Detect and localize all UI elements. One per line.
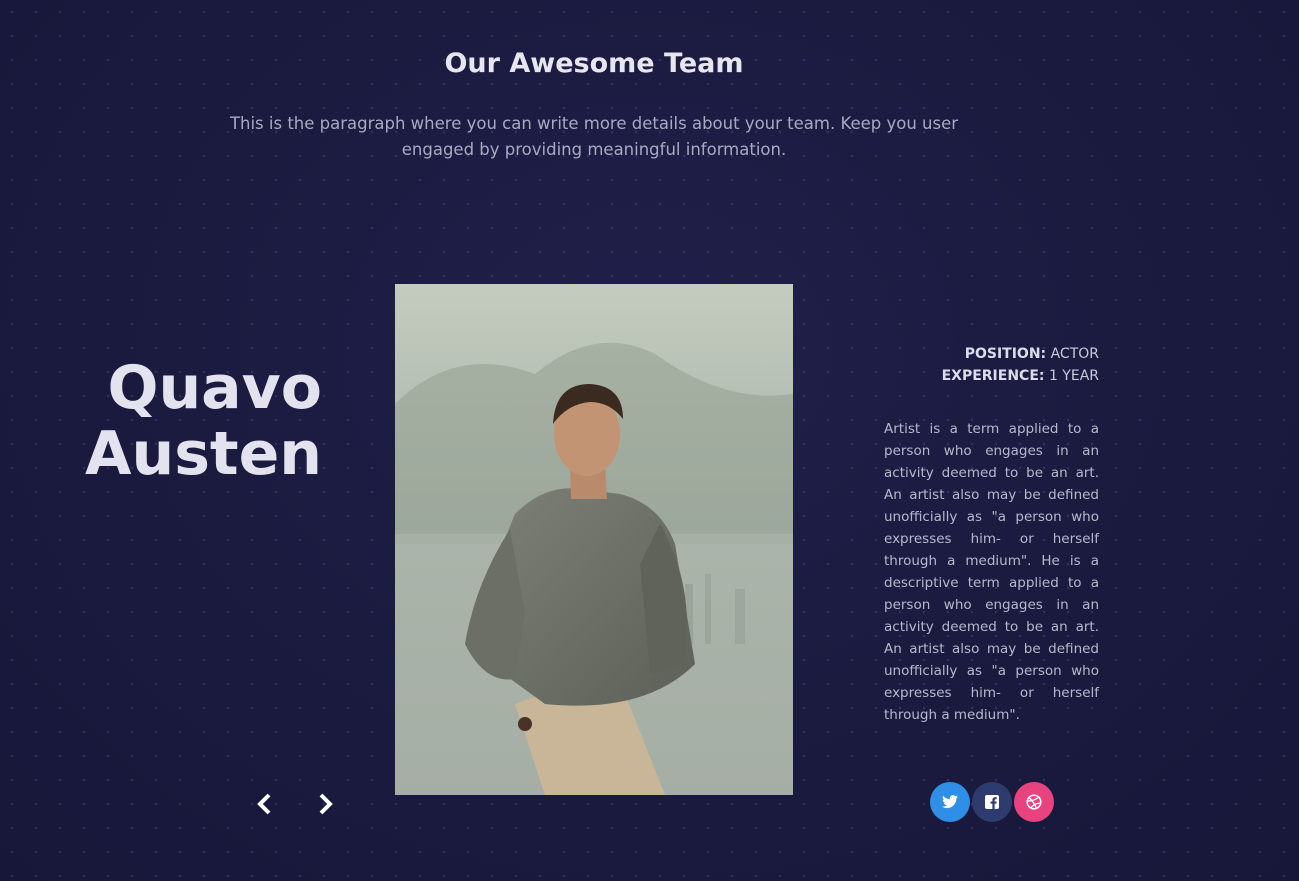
twitter-button[interactable] [930,782,970,822]
position-label: POSITION: [964,346,1047,362]
prev-arrow-button[interactable] [255,792,277,816]
member-last-name: Austen [85,419,322,489]
twitter-icon [942,795,958,809]
facebook-icon [985,795,999,809]
arrow-left-icon [257,793,271,815]
social-links [930,782,1054,822]
experience-value: 1 YEAR [1048,368,1099,384]
experience-label: EXPERIENCE: [941,368,1045,384]
section-description: This is the paragraph where you can writ… [229,114,959,159]
member-photo [395,284,793,795]
position-value: ACTOR [1050,346,1099,362]
member-name: Quavo Austen [40,355,322,487]
member-bio: Artist is a term applied to a person who… [884,421,1099,723]
arrow-right-icon [319,793,333,815]
section-title: Our Awesome Team [444,48,744,79]
facebook-button[interactable] [972,782,1012,822]
member-meta: POSITION: ACTOR EXPERIENCE: 1 YEAR [884,343,1099,387]
dribbble-button[interactable] [1014,782,1054,822]
experience-row: EXPERIENCE: 1 YEAR [884,365,1099,387]
dribbble-icon [1026,794,1042,810]
next-arrow-button[interactable] [315,792,337,816]
member-first-name: Quavo [107,353,322,423]
position-row: POSITION: ACTOR [884,343,1099,365]
